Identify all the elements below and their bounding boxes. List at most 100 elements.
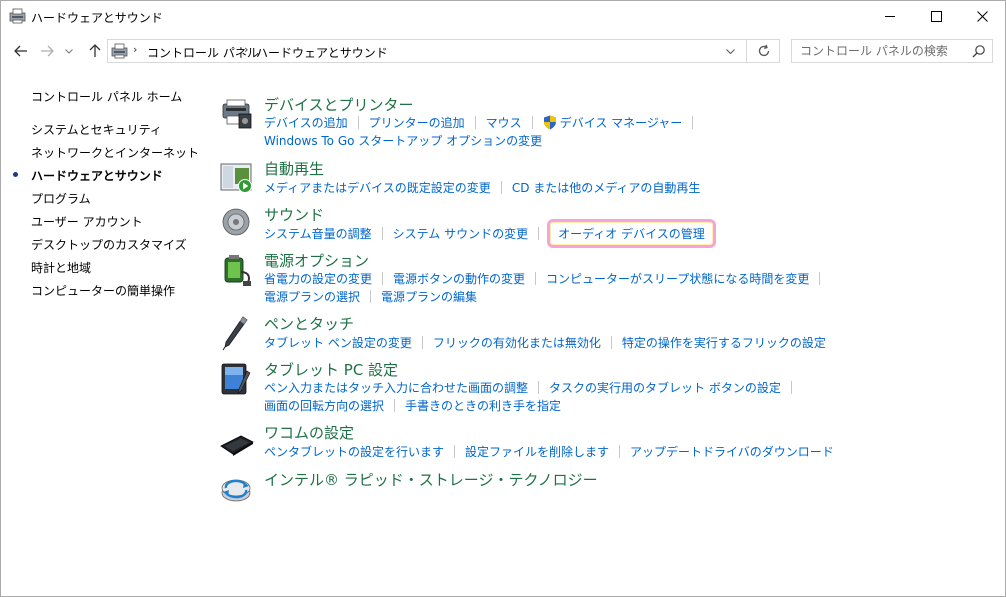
divider [357,116,359,129]
link-row: 電源プランの選択 電源プランの編集 [264,288,477,305]
link-change-power-saving[interactable]: 省電力の設定の変更 [264,270,372,287]
link-device-manager-label[interactable]: デバイス マネージャー [560,114,683,131]
link-delete-settings-file[interactable]: 設定ファイルを削除します [465,443,609,460]
refresh-icon [758,44,770,57]
divider [454,445,456,458]
close-icon [976,11,988,22]
pen-icon [222,316,248,351]
sidebar-item-programs[interactable]: プログラム [31,190,91,207]
link-tablet-buttons[interactable]: タスクの実行用のタブレット ボタンの設定 [549,379,781,396]
divider [370,290,372,303]
link-row: デバイスの追加 プリンターの追加 マウス デバイス マネージャー [264,114,703,131]
link-mouse[interactable]: マウス [486,114,522,131]
category-title-pen-touch[interactable]: ペンとタッチ [264,313,354,334]
minimize-icon [884,16,895,17]
link-autoplay-cd[interactable]: CD または他のメディアの自動再生 [512,179,701,196]
link-flick-actions[interactable]: 特定の操作を実行するフリックの設定 [622,334,826,351]
sidebar-item-clock-region[interactable]: 時計と地域 [31,259,91,276]
arrow-right-icon [41,45,54,57]
category-title-power-options[interactable]: 電源オプション [264,250,369,271]
link-choose-power-plan[interactable]: 電源プランの選択 [264,288,360,305]
divider [692,116,694,129]
link-calibrate-screen[interactable]: ペン入力またはタッチ入力に合わせた画面の調整 [264,379,528,396]
category-title-devices-printers[interactable]: デバイスとプリンター [264,94,414,115]
divider [381,227,383,240]
sidebar-control-panel-home[interactable]: コントロール パネル ホーム [31,88,182,105]
category-title-autoplay[interactable]: 自動再生 [264,158,324,179]
search-input[interactable] [792,40,962,62]
address-bar[interactable]: › コントロール パネル › ハードウェアとサウンド [107,39,780,63]
divider [535,272,537,285]
up-button[interactable] [84,40,106,62]
address-dropdown-button[interactable] [719,40,741,62]
category-title-intel-rst[interactable]: インテル® ラピッド・ストレージ・テクノロジー [264,469,598,490]
link-row: 画面の回転方向の選択 手書きのときの利き手を指定 [264,397,561,414]
control-panel-icon [9,8,26,24]
link-row: メディアまたはデバイスの既定設定の変更 CD または他のメディアの自動再生 [264,179,700,196]
link-row: ペン入力またはタッチ入力に合わせた画面の調整 タスクの実行用のタブレット ボタン… [264,379,802,396]
divider [531,116,533,129]
sidebar-item-user-accounts[interactable]: ユーザー アカウント [31,213,143,230]
search-icon[interactable] [972,44,986,58]
divider [538,381,540,394]
breadcrumb-hardware-sound[interactable]: ハードウェアとサウンド [256,44,388,61]
control-panel-window: ハードウェアとサウンド › コントロール パネル › ハードウェアとサウンド コ… [0,0,1006,597]
link-change-system-sounds[interactable]: システム サウンドの変更 [393,225,528,242]
link-power-button-action[interactable]: 電源ボタンの動作の変更 [393,270,525,287]
sidebar-item-ease-of-access[interactable]: コンピューターの簡単操作 [31,282,175,299]
divider [538,227,540,240]
forward-button[interactable] [36,40,58,62]
tablet-icon [221,363,251,395]
link-handedness[interactable]: 手書きのときの利き手を指定 [405,397,561,414]
link-change-default-media[interactable]: メディアまたはデバイスの既定設定の変更 [264,179,491,196]
divider [500,181,502,194]
sidebar-item-network-internet[interactable]: ネットワークとインターネット [31,144,199,161]
link-sleep-time[interactable]: コンピューターがスリープ状態になる時間を変更 [546,270,809,287]
sidebar-item-personalization[interactable]: デスクトップのカスタマイズ [31,236,187,253]
chevron-right-icon[interactable]: › [244,43,248,56]
refresh-button[interactable] [749,40,779,62]
divider [474,116,476,129]
link-device-manager[interactable]: デバイス マネージャー [543,114,683,131]
link-row: ペンタブレットの設定を行います 設定ファイルを削除します アップデートドライバの… [264,443,834,460]
sidebar-item-hardware-sound[interactable]: ハードウェアとサウンド [31,167,163,184]
title-bar: ハードウェアとサウンド [1,1,1005,32]
sidebar-item-system-security[interactable]: システムとセキュリティ [31,121,162,138]
chevron-down-icon [65,48,73,54]
intel-rst-icon [221,479,251,502]
divider [610,336,612,349]
search-box[interactable] [791,39,993,63]
link-manage-audio-devices[interactable]: オーディオ デバイスの管理 [547,219,716,248]
link-add-device[interactable]: デバイスの追加 [264,114,348,131]
printer-icon [222,99,252,129]
category-title-wacom[interactable]: ワコムの設定 [264,422,354,443]
link-edit-power-plan[interactable]: 電源プランの編集 [381,288,477,305]
maximize-button[interactable] [913,1,959,32]
link-screen-rotation[interactable]: 画面の回転方向の選択 [264,397,384,414]
divider [819,272,821,285]
divider [382,272,384,285]
category-title-tablet-pc[interactable]: タブレット PC 設定 [264,359,398,380]
breadcrumb-control-panel[interactable]: コントロール パネル [147,44,259,61]
back-button[interactable] [10,40,32,62]
link-tablet-pen-settings[interactable]: タブレット ペン設定の変更 [264,334,412,351]
navigation-bar: › コントロール パネル › ハードウェアとサウンド [1,32,1005,72]
autoplay-icon [220,163,252,193]
active-bullet-icon [13,172,18,177]
speaker-icon [222,208,250,236]
pen-tablet-icon [220,435,254,456]
close-button[interactable] [959,1,1005,32]
link-adjust-volume[interactable]: システム音量の調整 [264,225,372,242]
link-download-driver[interactable]: アップデートドライバのダウンロード [630,443,834,460]
link-row: システム音量の調整 システム サウンドの変更 オーディオ デバイスの管理 [264,219,716,248]
link-wacom-settings[interactable]: ペンタブレットの設定を行います [264,443,444,460]
maximize-icon [930,11,942,22]
recent-locations-button[interactable] [62,40,76,62]
divider [746,40,747,62]
chevron-down-icon [725,48,735,54]
link-add-printer[interactable]: プリンターの追加 [369,114,465,131]
chevron-right-icon[interactable]: › [133,43,137,56]
minimize-button[interactable] [867,1,913,32]
link-windows-to-go[interactable]: Windows To Go スタートアップ オプションの変更 [264,132,542,149]
link-flicks-toggle[interactable]: フリックの有効化または無効化 [433,334,601,351]
